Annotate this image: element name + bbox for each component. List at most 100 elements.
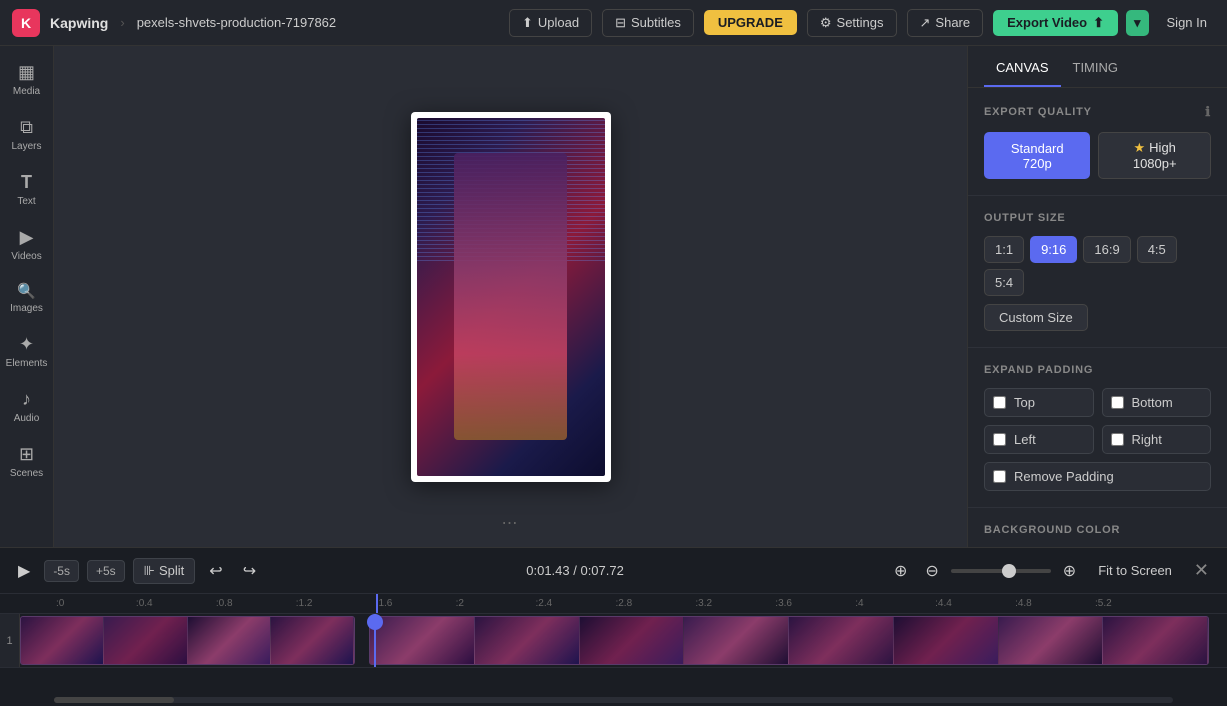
ruler-mark: :3.2 — [693, 598, 773, 609]
sidebar-item-media[interactable]: ▦ Media — [3, 54, 51, 105]
padding-right-option[interactable]: Right — [1102, 425, 1212, 454]
canvas-area[interactable]: ⋯ — [54, 46, 967, 547]
export-button[interactable]: Export Video ⬆ — [993, 10, 1118, 36]
fit-to-screen-button[interactable]: Fit to Screen — [1090, 559, 1180, 582]
split-icon: ⊪ — [144, 563, 155, 579]
split-button[interactable]: ⊪ Split — [133, 558, 196, 584]
share-icon: ↗ — [920, 15, 931, 31]
size-9-16-button[interactable]: 9:16 — [1030, 236, 1077, 263]
size-5-4-button[interactable]: 5:4 — [984, 269, 1024, 296]
upload-button[interactable]: ⬆ Upload — [509, 9, 592, 37]
sidebar-item-label: Images — [10, 303, 43, 314]
sidebar-item-audio[interactable]: ♪ Audio — [3, 381, 51, 432]
remove-padding-option[interactable]: Remove Padding — [984, 462, 1211, 491]
ruler-mark: :4.8 — [1013, 598, 1093, 609]
info-icon[interactable]: ℹ — [1205, 104, 1211, 120]
track-content — [20, 614, 1227, 667]
custom-size-button[interactable]: Custom Size — [984, 304, 1088, 331]
zoom-out-button[interactable]: ⊖ — [919, 557, 944, 585]
expand-padding-section: EXPAND PADDING Top Bottom Left Right — [968, 348, 1227, 508]
ruler-mark: :1.6 — [374, 598, 454, 609]
size-4-5-button[interactable]: 4:5 — [1137, 236, 1177, 263]
padding-right-checkbox[interactable] — [1111, 433, 1124, 446]
playhead — [376, 594, 378, 613]
panel-tabs: CANVAS TIMING — [968, 46, 1227, 88]
upgrade-button[interactable]: UPGRADE — [704, 10, 797, 35]
sidebar-item-elements[interactable]: ✦ Elements — [3, 326, 51, 377]
tab-timing[interactable]: TIMING — [1061, 46, 1131, 87]
padding-top-label: Top — [1014, 395, 1035, 410]
project-name: pexels-shvets-production-7197862 — [137, 15, 336, 30]
scenes-icon: ⊞ — [19, 444, 34, 465]
background-color-section: BACKGROUND COLOR #ffffff ✏ — [968, 508, 1227, 547]
sidebar-item-label: Elements — [6, 358, 48, 369]
canvas-handle: ⋯ — [502, 513, 520, 533]
size-1-1-button[interactable]: 1:1 — [984, 236, 1024, 263]
padding-left-option[interactable]: Left — [984, 425, 1094, 454]
upload-icon: ⬆ — [522, 15, 533, 31]
timecode: 0:01.43 / 0:07.72 — [526, 563, 624, 578]
timeline-ruler: :0:0.4:0.8:1.2:1.6:2:2.4:2.8:3.2:3.6:4:4… — [0, 594, 1227, 614]
sidebar-item-label: Text — [17, 196, 35, 207]
clip-thumb — [188, 617, 271, 664]
video-preview — [417, 118, 605, 476]
sidebar-item-scenes[interactable]: ⊞ Scenes — [3, 436, 51, 487]
export-icon: ⬆ — [1093, 15, 1104, 31]
clip-right[interactable] — [369, 616, 1209, 665]
sidebar-item-images[interactable]: 🔍 Images — [3, 274, 51, 322]
padding-bottom-checkbox[interactable] — [1111, 396, 1124, 409]
track-row: 1 — [0, 614, 1227, 668]
ruler-mark: :2.4 — [534, 598, 614, 609]
clip-left[interactable] — [20, 616, 355, 665]
output-size-title: OUTPUT SIZE — [984, 212, 1211, 224]
main-content: ▦ Media ⧉ Layers T Text ▶ Videos 🔍 Image… — [0, 46, 1227, 547]
play-button[interactable]: ▶ — [12, 557, 36, 585]
ruler-mark: :0.8 — [214, 598, 294, 609]
tab-canvas[interactable]: CANVAS — [984, 46, 1061, 87]
elements-icon: ✦ — [19, 334, 34, 355]
skip-back-button[interactable]: -5s — [44, 560, 79, 582]
share-button[interactable]: ↗ Share — [907, 9, 984, 37]
clip-thumb — [1103, 617, 1208, 664]
sidebar-item-layers[interactable]: ⧉ Layers — [3, 109, 51, 160]
zoom-in-button[interactable]: ⊕ — [888, 557, 913, 585]
breadcrumb-sep: › — [120, 15, 124, 30]
high-quality-button[interactable]: ★High 1080p+ — [1098, 132, 1211, 179]
timeline-playhead-handle[interactable] — [367, 614, 383, 630]
clip-thumb — [271, 617, 354, 664]
sidebar-item-label: Scenes — [10, 468, 43, 479]
padding-bottom-option[interactable]: Bottom — [1102, 388, 1212, 417]
right-panel: CANVAS TIMING EXPORT QUALITY ℹ Standard … — [967, 46, 1227, 547]
expand-padding-title: EXPAND PADDING — [984, 364, 1211, 376]
ruler-marks: :0:0.4:0.8:1.2:1.6:2:2.4:2.8:3.2:3.6:4:4… — [54, 598, 1173, 609]
ruler-mark: :0 — [54, 598, 134, 609]
padding-left-checkbox[interactable] — [993, 433, 1006, 446]
background-color-title: BACKGROUND COLOR — [984, 524, 1211, 536]
sidebar-item-label: Media — [13, 86, 40, 97]
redo-button[interactable]: ↪ — [237, 557, 262, 585]
sidebar-item-text[interactable]: T Text — [3, 164, 51, 215]
app-logo: K — [12, 9, 40, 37]
settings-button[interactable]: ⚙ Settings — [807, 9, 897, 37]
export-quality-title: EXPORT QUALITY ℹ — [984, 104, 1211, 120]
padding-top-checkbox[interactable] — [993, 396, 1006, 409]
signin-button[interactable]: Sign In — [1159, 10, 1215, 35]
sidebar-item-videos[interactable]: ▶ Videos — [3, 219, 51, 270]
undo-button[interactable]: ↩ — [203, 557, 228, 585]
zoom-slider[interactable] — [951, 569, 1051, 573]
export-dropdown-button[interactable]: ▾ — [1126, 10, 1149, 36]
close-timeline-button[interactable]: ✕ — [1188, 558, 1215, 583]
padding-left-label: Left — [1014, 432, 1036, 447]
remove-padding-checkbox[interactable] — [993, 470, 1006, 483]
timeline-scrollbar — [0, 694, 1227, 706]
skip-forward-button[interactable]: +5s — [87, 560, 125, 582]
scroll-thumb[interactable] — [54, 697, 174, 703]
audio-icon: ♪ — [22, 389, 31, 410]
size-16-9-button[interactable]: 16:9 — [1083, 236, 1130, 263]
zoom-max-button[interactable]: ⊕ — [1057, 557, 1082, 585]
padding-top-option[interactable]: Top — [984, 388, 1094, 417]
subtitles-button[interactable]: ⊟ Subtitles — [602, 9, 694, 37]
ruler-mark: :4 — [853, 598, 933, 609]
clip-thumbnails — [370, 617, 1208, 664]
standard-quality-button[interactable]: Standard 720p — [984, 132, 1090, 179]
